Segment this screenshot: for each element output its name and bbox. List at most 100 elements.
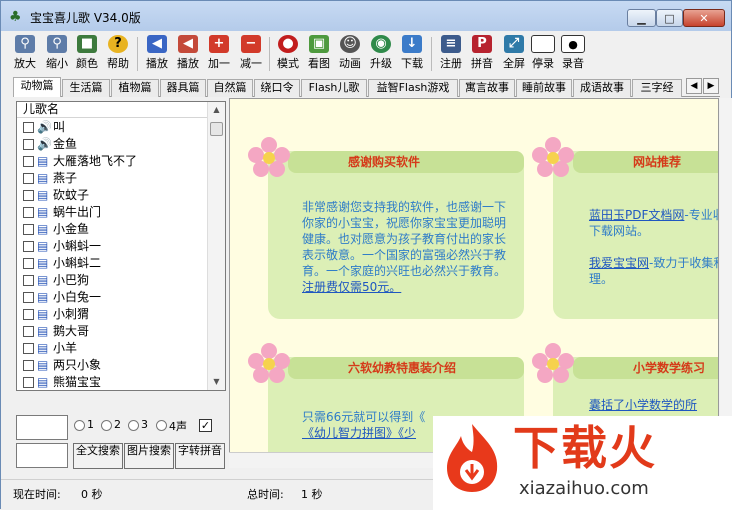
upgrade-button[interactable]: ◉ 升级 xyxy=(365,33,397,73)
zoom-out-button[interactable]: ⚲ 缩小 xyxy=(41,33,73,73)
tab-tools[interactable]: 器具篇 xyxy=(160,79,206,97)
list-item[interactable]: ▤ 小刺猬 xyxy=(17,306,207,323)
tab-bedtime-stories[interactable]: 睡前故事 xyxy=(516,79,572,97)
tab-scroll-right-button[interactable]: ▶ xyxy=(703,78,719,94)
song-list-body: 🔊 叫 🔊 金鱼 ▤ 大雁落地飞不了 ▤ 燕子 ▤ 砍蚊子 ▤ 蜗牛出门 ▤ 小金鱼 ▤ 小蝌蚪一 ▤ 小蝌蚪二 ▤… xyxy=(17,119,207,391)
tab-fables[interactable]: 寓言故事 xyxy=(459,79,515,97)
list-item-checkbox[interactable] xyxy=(23,258,34,269)
tab-flash-songs[interactable]: Flash儿歌 xyxy=(301,79,367,97)
tone-2-radio[interactable] xyxy=(101,420,112,431)
search-input-secondary[interactable] xyxy=(16,443,68,468)
list-item-checkbox[interactable] xyxy=(23,343,34,354)
list-item-checkbox[interactable] xyxy=(23,190,34,201)
list-item[interactable]: 🔊 叫 xyxy=(17,119,207,136)
tab-nature[interactable]: 自然篇 xyxy=(207,79,253,97)
current-time-value: 0 秒 xyxy=(81,488,103,501)
list-item[interactable]: ▤ 两只小象 xyxy=(17,357,207,374)
list-item-checkbox[interactable] xyxy=(23,309,34,320)
list-item[interactable]: ▤ 燕子 xyxy=(17,170,207,187)
total-time-label: 总时间: xyxy=(247,488,284,501)
document-icon: ▤ xyxy=(37,273,49,287)
search-input[interactable] xyxy=(16,415,68,440)
tab-plants[interactable]: 植物篇 xyxy=(111,79,159,97)
tone-checkbox[interactable]: ✓ xyxy=(199,419,212,432)
list-item-checkbox[interactable] xyxy=(23,360,34,371)
plus-one-button[interactable]: + 加一 xyxy=(203,33,235,73)
list-item[interactable]: ▤ 小金鱼 xyxy=(17,221,207,238)
list-item[interactable]: ▤ 熊猫宝宝 xyxy=(17,374,207,391)
content-vertical-scrollbar[interactable] xyxy=(720,98,732,468)
scroll-down-icon[interactable]: ▼ xyxy=(210,375,223,389)
register-price-link[interactable]: 注册费仅需50元。 xyxy=(302,280,401,294)
register-icon: ≡ xyxy=(441,35,461,53)
fulltext-search-button[interactable]: 全文搜索 xyxy=(73,443,123,469)
list-item[interactable]: 🔊 金鱼 xyxy=(17,136,207,153)
document-icon: ▤ xyxy=(37,205,49,219)
list-item-checkbox[interactable] xyxy=(23,156,34,167)
register-button[interactable]: ≡ 注册 xyxy=(435,33,467,73)
download-button[interactable]: ↓ 下载 xyxy=(396,33,428,73)
list-item[interactable]: ▤ 砍蚊子 xyxy=(17,187,207,204)
list-item-checkbox[interactable] xyxy=(23,275,34,286)
list-item-label: 熊猫宝宝 xyxy=(53,375,102,389)
toolbar-separator xyxy=(137,37,138,71)
document-icon: ▤ xyxy=(37,171,49,185)
scroll-up-icon[interactable]: ▲ xyxy=(210,103,223,117)
list-item-checkbox[interactable] xyxy=(23,224,34,235)
website-link-baby[interactable]: 我爱宝宝网 xyxy=(589,256,649,270)
tab-flash-games[interactable]: 益智Flash游戏 xyxy=(368,79,458,97)
list-item[interactable]: ▤ 小蝌蚪二 xyxy=(17,255,207,272)
view-picture-button[interactable]: ▣ 看图 xyxy=(303,33,335,73)
list-item-checkbox[interactable] xyxy=(23,377,34,388)
tab-idiom-stories[interactable]: 成语故事 xyxy=(573,79,631,97)
record-button[interactable]: ● 录音 xyxy=(559,33,587,73)
list-item[interactable]: ▤ 鹅大哥 xyxy=(17,323,207,340)
tone-3-radio[interactable] xyxy=(128,420,139,431)
list-item[interactable]: ▤ 蜗牛出门 xyxy=(17,204,207,221)
list-item[interactable]: ▤ 小羊 xyxy=(17,340,207,357)
tab-tongue-twisters[interactable]: 绕口令 xyxy=(254,79,300,97)
stop-record-button[interactable]: 停录 xyxy=(529,33,557,73)
list-item[interactable]: ▤ 小巴狗 xyxy=(17,272,207,289)
watermark-text: 下载火 xyxy=(513,421,657,475)
minimize-button[interactable]: ▁ xyxy=(627,9,656,27)
list-item[interactable]: ▤ 大雁落地飞不了 xyxy=(17,153,207,170)
list-item-checkbox[interactable] xyxy=(23,241,34,252)
help-button[interactable]: ? 帮助 xyxy=(102,33,134,73)
image-search-button[interactable]: 图片搜索 xyxy=(124,443,174,469)
play-button[interactable]: ◀ 播放 xyxy=(141,33,173,73)
zoom-in-button[interactable]: ⚲ 放大 xyxy=(9,33,41,73)
to-pinyin-button[interactable]: 字转拼音 xyxy=(175,443,225,469)
tone-1-radio[interactable] xyxy=(74,420,85,431)
list-item-checkbox[interactable] xyxy=(23,207,34,218)
tab-animals[interactable]: 动物篇 xyxy=(13,77,61,97)
animation-button[interactable]: ☺ 动画 xyxy=(334,33,366,73)
tab-three-character-classic[interactable]: 三字经 xyxy=(632,79,682,97)
song-list-scrollbar[interactable]: ▲ ▼ xyxy=(207,102,225,390)
color-button[interactable]: ■ 颜色 xyxy=(71,33,103,73)
tab-life[interactable]: 生活篇 xyxy=(62,79,110,97)
minus-one-button[interactable]: − 减一 xyxy=(235,33,267,73)
tab-scroll-left-button[interactable]: ◀ xyxy=(686,78,702,94)
close-button[interactable]: ✕ xyxy=(683,9,725,27)
list-item-checkbox[interactable] xyxy=(23,173,34,184)
watermark-logo: 下载火 xiazaihuo.com xyxy=(433,416,732,510)
pinyin-button[interactable]: P 拼音 xyxy=(466,33,498,73)
maximize-button[interactable]: □ xyxy=(656,9,683,27)
tone-3-label: 3 xyxy=(141,418,148,431)
mode-button[interactable]: ● 模式 xyxy=(272,33,304,73)
list-item[interactable]: ▤ 小蝌蚪一 xyxy=(17,238,207,255)
list-item-checkbox[interactable] xyxy=(23,292,34,303)
bundle-link[interactable]: 《幼儿智力拼图》《少 xyxy=(302,426,416,440)
website-link-pdf[interactable]: 蓝田玉PDF文档网 xyxy=(589,208,684,222)
list-item-checkbox[interactable] xyxy=(23,139,34,150)
list-item-checkbox[interactable] xyxy=(23,326,34,337)
fullscreen-button[interactable]: ⤢ 全屏 xyxy=(498,33,530,73)
tone-4-radio[interactable] xyxy=(156,420,167,431)
list-item[interactable]: ▤ 小白兔一 xyxy=(17,289,207,306)
math-link[interactable]: 囊括了小学数学的所 xyxy=(589,398,697,412)
play-all-button[interactable]: ◀ 播放 xyxy=(172,33,204,73)
list-item-checkbox[interactable] xyxy=(23,122,34,133)
song-list-header[interactable]: 儿歌名 xyxy=(17,102,207,118)
scroll-thumb[interactable] xyxy=(210,122,223,136)
